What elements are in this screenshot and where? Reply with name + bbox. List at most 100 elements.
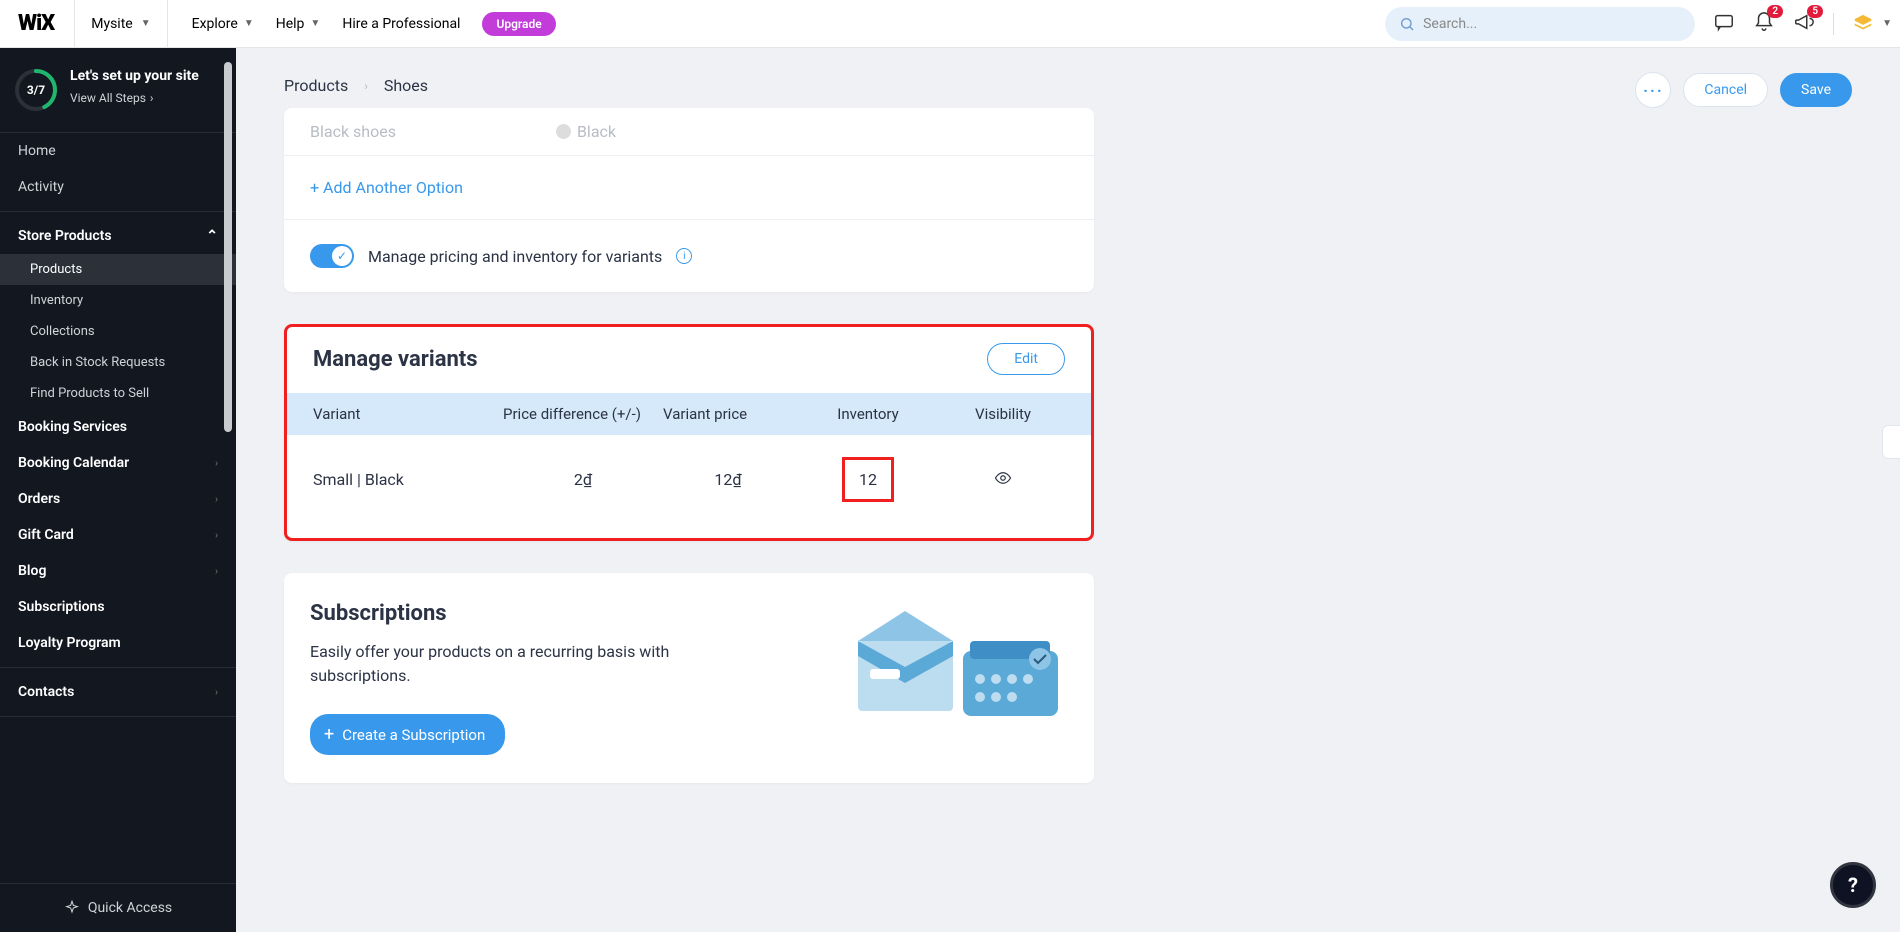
top-bar: WiX Mysite ▼ Explore▼ Help▼ Hire a Profe…: [0, 0, 1900, 48]
search-input[interactable]: Search...: [1385, 7, 1695, 41]
account-menu[interactable]: ▼: [1852, 13, 1892, 35]
top-nav: Explore▼ Help▼ Hire a Professional Upgra…: [192, 12, 556, 36]
quick-access[interactable]: Quick Access: [0, 883, 236, 932]
bell-badge: 2: [1767, 5, 1783, 18]
progress-ring: 3/7: [14, 68, 58, 112]
setup-panel[interactable]: 3/7 Let's set up your site View All Step…: [0, 48, 236, 133]
variant-price-diff: 2₫: [503, 470, 663, 489]
chevron-down-icon: ▼: [310, 18, 320, 29]
sidebar-menu: Home Activity Store Products⌃ Products I…: [0, 133, 236, 717]
subscription-illustration: [848, 601, 1068, 721]
sidebar-item-loyalty[interactable]: Loyalty Program: [0, 625, 236, 661]
variants-table-header: Variant Price difference (+/-) Variant p…: [287, 393, 1091, 435]
sidebar-item-inventory[interactable]: Inventory: [0, 285, 236, 316]
sidebar-scrollbar[interactable]: [224, 62, 232, 432]
chevron-down-icon: ▼: [1882, 18, 1892, 29]
separator: [0, 211, 236, 212]
page-actions: ··· Cancel Save: [1635, 72, 1852, 108]
site-selector[interactable]: Mysite ▼: [74, 0, 167, 48]
variants-title: Manage variants: [313, 347, 478, 372]
top-right: Search... 2 5 ▼: [1385, 7, 1892, 41]
setup-link[interactable]: View All Steps›: [70, 91, 199, 105]
manage-variants-toggle-row: Manage pricing and inventory for variant…: [284, 220, 1094, 292]
sidebar-item-booking-calendar[interactable]: Booking Calendar›: [0, 445, 236, 481]
variants-header: Manage variants Edit: [287, 327, 1091, 393]
col-inventory: Inventory: [793, 405, 943, 423]
option-value-preview: Black: [556, 122, 616, 141]
toggle-label: Manage pricing and inventory for variant…: [368, 247, 662, 266]
nav-help[interactable]: Help▼: [276, 16, 321, 32]
plus-icon: +: [324, 724, 334, 745]
subscriptions-desc: Easily offer your products on a recurrin…: [310, 640, 730, 688]
manage-variants-toggle[interactable]: [310, 244, 354, 268]
chevron-right-icon: ›: [215, 566, 218, 577]
manage-variants-card: Manage variants Edit Variant Price diffe…: [284, 324, 1094, 541]
sidebar-item-find-products[interactable]: Find Products to Sell: [0, 378, 236, 409]
sidebar-item-contacts[interactable]: Contacts›: [0, 674, 236, 710]
sidebar-item-back-in-stock[interactable]: Back in Stock Requests: [0, 347, 236, 378]
sidebar-item-store-products[interactable]: Store Products⌃: [0, 218, 236, 254]
chevron-right-icon: ›: [215, 687, 218, 698]
help-button[interactable]: ?: [1830, 862, 1876, 908]
col-variant: Variant: [313, 405, 503, 423]
variant-visibility[interactable]: [943, 469, 1063, 491]
separator: [0, 716, 236, 717]
option-name-preview: Black shoes: [310, 122, 396, 141]
subscriptions-card: Subscriptions Easily offer your products…: [284, 573, 1094, 783]
chevron-right-icon: ›: [215, 494, 218, 505]
nav-explore[interactable]: Explore▼: [192, 16, 254, 32]
options-card: Black shoes Black + Add Another Option M…: [284, 108, 1094, 292]
sidebar-item-gift-card[interactable]: Gift Card›: [0, 517, 236, 553]
sidebar-item-orders[interactable]: Orders›: [0, 481, 236, 517]
chevron-right-icon: ›: [215, 530, 218, 541]
more-button[interactable]: ···: [1635, 72, 1671, 108]
bell-icon[interactable]: 2: [1753, 11, 1775, 37]
info-icon[interactable]: i: [676, 248, 692, 264]
sidebar-item-collections[interactable]: Collections: [0, 316, 236, 347]
variant-name: Small | Black: [313, 470, 503, 489]
chat-icon[interactable]: [1713, 11, 1735, 37]
chevron-right-icon: ›: [215, 458, 218, 469]
setup-title: Let's set up your site: [70, 68, 199, 85]
cancel-button[interactable]: Cancel: [1683, 73, 1768, 107]
sidebar-item-home[interactable]: Home: [0, 133, 236, 169]
crumb-leaf: Shoes: [384, 76, 428, 95]
setup-text: Let's set up your site View All Steps›: [70, 68, 199, 105]
sidebar-item-activity[interactable]: Activity: [0, 169, 236, 205]
nav-hire[interactable]: Hire a Professional: [342, 16, 460, 32]
col-variant-price: Variant price: [663, 405, 793, 423]
edit-variants-button[interactable]: Edit: [987, 343, 1065, 375]
separator: [1833, 13, 1834, 35]
create-subscription-button[interactable]: + Create a Subscription: [310, 714, 505, 755]
right-expand-tab[interactable]: [1882, 425, 1900, 459]
breadcrumb: Products › Shoes: [284, 76, 428, 95]
sidebar-item-booking-services[interactable]: Booking Services: [0, 409, 236, 445]
crumb-root[interactable]: Products: [284, 76, 348, 95]
dots-icon: ···: [1643, 81, 1663, 100]
add-option-button[interactable]: + Add Another Option: [284, 156, 1094, 220]
chevron-right-icon: ›: [364, 79, 368, 93]
wix-logo[interactable]: WiX: [18, 11, 54, 36]
announce-icon[interactable]: 5: [1793, 11, 1815, 37]
chevron-right-icon: ›: [150, 91, 154, 105]
col-visibility: Visibility: [943, 405, 1063, 423]
stack-icon: [1852, 13, 1874, 35]
upgrade-button[interactable]: Upgrade: [482, 12, 555, 36]
sidebar: 3/7 Let's set up your site View All Step…: [0, 48, 236, 932]
variant-price: 12₫: [663, 470, 793, 489]
save-button[interactable]: Save: [1780, 73, 1852, 107]
color-swatch-icon: [556, 124, 571, 139]
sidebar-item-blog[interactable]: Blog›: [0, 553, 236, 589]
chevron-down-icon: ▼: [244, 18, 254, 29]
chevron-down-icon: ▼: [141, 18, 151, 29]
separator: [0, 667, 236, 668]
site-name: Mysite: [91, 16, 132, 32]
search-placeholder: Search...: [1423, 16, 1477, 32]
chevron-up-icon: ⌃: [206, 228, 218, 244]
sidebar-item-products[interactable]: Products: [0, 254, 236, 285]
page-body: Black shoes Black + Add Another Option M…: [284, 108, 1852, 932]
sidebar-item-subscriptions[interactable]: Subscriptions: [0, 589, 236, 625]
variant-inventory-cell: 12: [793, 457, 943, 502]
announce-badge: 5: [1807, 5, 1823, 18]
col-price-diff: Price difference (+/-): [503, 405, 663, 423]
